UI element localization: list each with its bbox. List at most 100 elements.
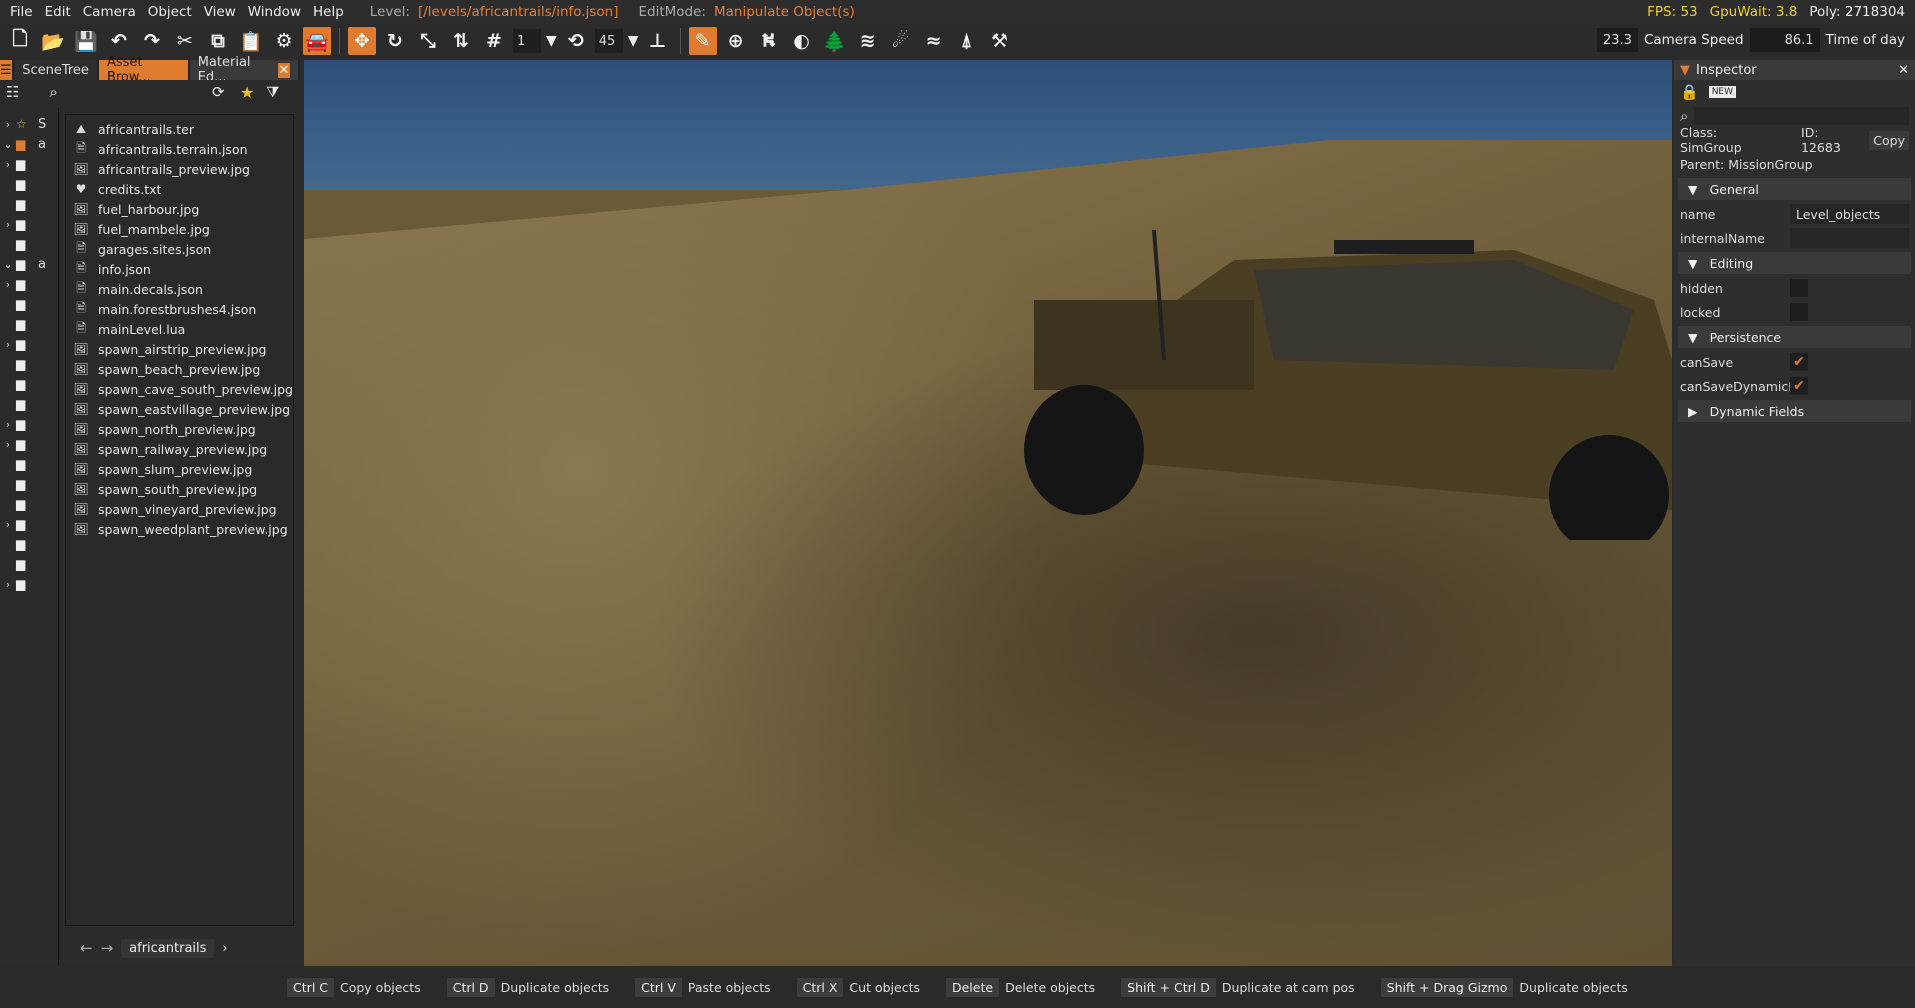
- file-row[interactable]: 🖼 spawn_beach_preview.jpg: [66, 359, 293, 379]
- pencil-icon[interactable]: ✎: [688, 27, 717, 55]
- cansavedynamic-checkbox[interactable]: ✔: [1790, 377, 1808, 395]
- tree-row[interactable]: › ▆: [0, 434, 58, 454]
- tree-row[interactable]: › ▆: [0, 574, 58, 594]
- hidden-checkbox[interactable]: [1790, 279, 1808, 297]
- menu-window[interactable]: Window: [242, 4, 307, 20]
- close-icon[interactable]: ✕: [277, 62, 290, 78]
- redo-icon[interactable]: ↷: [138, 27, 166, 55]
- list-view-icon[interactable]: ☷: [6, 83, 19, 101]
- rotate-gizmo-icon[interactable]: ↻: [381, 27, 409, 55]
- road-icon[interactable]: ⛕: [755, 27, 783, 55]
- file-row[interactable]: 🖼 fuel_harbour.jpg: [66, 199, 293, 219]
- filter-icon[interactable]: ⧩: [266, 83, 279, 101]
- chevron-right-icon[interactable]: ›: [222, 941, 227, 956]
- chevron-icon[interactable]: ›: [0, 278, 16, 291]
- close-icon[interactable]: ✕: [1898, 63, 1909, 78]
- undo-icon[interactable]: ↶: [105, 27, 133, 55]
- menu-help[interactable]: Help: [307, 4, 350, 20]
- terrain-paint-icon[interactable]: ◐: [788, 27, 816, 55]
- angle-value-input[interactable]: 45: [594, 29, 623, 53]
- section-general[interactable]: ▼ General: [1678, 178, 1911, 200]
- tree-row[interactable]: › ☆ S: [0, 114, 58, 134]
- prop-name-value[interactable]: Level_objects: [1790, 204, 1909, 224]
- add-object-icon[interactable]: ⊕: [722, 27, 750, 55]
- star-icon[interactable]: ★: [240, 83, 254, 102]
- file-row[interactable]: 🖼 spawn_airstrip_preview.jpg: [66, 339, 293, 359]
- forward-arrow-icon[interactable]: →: [101, 939, 114, 957]
- chevron-icon[interactable]: ⌄: [0, 258, 16, 271]
- align-icon[interactable]: ⇅: [447, 27, 475, 55]
- tab-scenetree[interactable]: SceneTree: [14, 60, 97, 80]
- tree-row[interactable]: ▆: [0, 294, 58, 314]
- chevron-icon[interactable]: ›: [0, 578, 16, 591]
- snap-value-input[interactable]: 1: [513, 29, 541, 53]
- chevron-icon[interactable]: ›: [0, 338, 16, 351]
- menu-edit[interactable]: Edit: [39, 4, 77, 20]
- file-row[interactable]: 🖼 spawn_cave_south_preview.jpg: [66, 379, 293, 399]
- file-row[interactable]: 🗎 info.json: [66, 259, 293, 279]
- locked-checkbox[interactable]: [1790, 303, 1808, 321]
- drop-to-ground-icon[interactable]: ⊥: [644, 27, 672, 55]
- panel-menu-icon[interactable]: ☰: [0, 60, 13, 80]
- open-folder-icon[interactable]: 📂: [39, 27, 67, 55]
- cut-icon[interactable]: ✂: [171, 27, 199, 55]
- section-persistence[interactable]: ▼ Persistence: [1678, 326, 1911, 348]
- time-of-day-label[interactable]: Time of day: [1826, 32, 1905, 48]
- prop-internalname-value[interactable]: [1790, 228, 1909, 248]
- paste-icon[interactable]: 📋: [237, 27, 265, 55]
- file-row[interactable]: 🖼 spawn_slum_preview.jpg: [66, 459, 293, 479]
- collapse-icon[interactable]: ▼: [1680, 63, 1690, 78]
- tree-row[interactable]: › ▆: [0, 214, 58, 234]
- fov-field[interactable]: 23.3: [1596, 28, 1638, 52]
- tab-asset-browser[interactable]: Asset Brow...: [98, 55, 188, 85]
- lock-icon[interactable]: 🔒: [1680, 83, 1699, 101]
- tree-row[interactable]: ▆: [0, 534, 58, 554]
- pickup-truck[interactable]: [954, 210, 1672, 540]
- refresh-icon[interactable]: ⟳: [212, 83, 225, 101]
- tree-row[interactable]: ▆: [0, 314, 58, 334]
- vehicle-icon[interactable]: 🚘: [303, 27, 331, 55]
- chevron-icon[interactable]: ›: [0, 118, 16, 131]
- camera-speed-field[interactable]: 86.1: [1749, 28, 1820, 52]
- tree-row[interactable]: › ▆: [0, 514, 58, 534]
- chevron-icon[interactable]: ›: [0, 438, 16, 451]
- back-arrow-icon[interactable]: ←: [80, 939, 93, 957]
- scale-gizmo-icon[interactable]: ⤡: [414, 27, 442, 55]
- menu-view[interactable]: View: [198, 4, 242, 20]
- inspector-search-input[interactable]: [1694, 107, 1909, 125]
- chevron-icon[interactable]: ›: [0, 418, 16, 431]
- tree-row[interactable]: › ▆: [0, 414, 58, 434]
- forest-icon[interactable]: 🌲: [821, 27, 849, 55]
- tree-row[interactable]: › ▆: [0, 274, 58, 294]
- menu-camera[interactable]: Camera: [77, 4, 142, 20]
- file-row[interactable]: 🗎 mainLevel.lua: [66, 319, 293, 339]
- tree-row[interactable]: ▆: [0, 554, 58, 574]
- tree-row[interactable]: ▆: [0, 174, 58, 194]
- angle-dropdown-icon[interactable]: ▼: [628, 33, 639, 49]
- file-row[interactable]: 🖼 spawn_railway_preview.jpg: [66, 439, 293, 459]
- menu-object[interactable]: Object: [142, 4, 198, 20]
- tree-row[interactable]: › ▆: [0, 154, 58, 174]
- file-row[interactable]: 🗎 main.decals.json: [66, 279, 293, 299]
- file-row[interactable]: 🗎 africantrails.terrain.json: [66, 139, 293, 159]
- mesh-road-icon[interactable]: ⍋: [953, 27, 981, 55]
- file-row[interactable]: ⛰ africantrails.ter: [66, 119, 293, 139]
- chevron-icon[interactable]: ›: [0, 518, 16, 531]
- new-file-icon[interactable]: 🗋: [6, 27, 34, 55]
- section-dynamic-fields[interactable]: ▶ Dynamic Fields: [1678, 400, 1911, 422]
- tree-row[interactable]: ▆: [0, 374, 58, 394]
- chevron-icon[interactable]: ⌄: [0, 138, 16, 151]
- grid-snap-icon[interactable]: #: [480, 27, 508, 55]
- copy-button[interactable]: Copy: [1869, 130, 1909, 150]
- file-row[interactable]: 🖼 spawn_vineyard_preview.jpg: [66, 499, 293, 519]
- tree-row[interactable]: ▆: [0, 474, 58, 494]
- layers-icon[interactable]: ≋: [854, 27, 882, 55]
- tree-row[interactable]: ▆: [0, 494, 58, 514]
- tree-row[interactable]: ▆: [0, 194, 58, 214]
- file-row[interactable]: 🖼 spawn_south_preview.jpg: [66, 479, 293, 499]
- tab-material-editor[interactable]: Material Ed... ✕: [189, 55, 298, 85]
- tree-row[interactable]: ▆: [0, 354, 58, 374]
- file-row[interactable]: ♥ credits.txt: [66, 179, 293, 199]
- file-row[interactable]: 🖼 spawn_weedplant_preview.jpg: [66, 519, 293, 539]
- file-row[interactable]: 🗎 garages.sites.json: [66, 239, 293, 259]
